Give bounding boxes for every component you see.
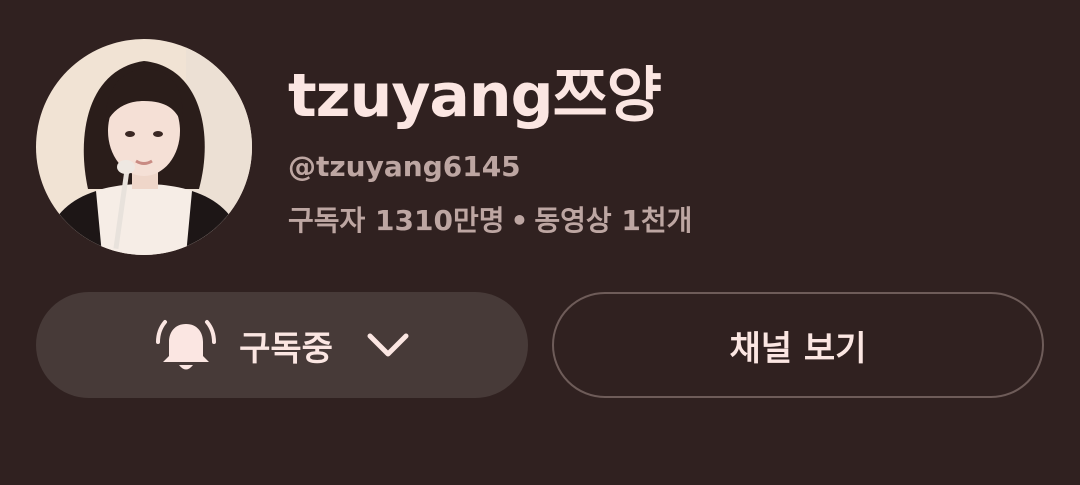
subscribed-button[interactable]: 구독중 bbox=[36, 292, 528, 398]
view-channel-label: 채널 보기 bbox=[729, 328, 867, 369]
video-count: 동영상 1천개 bbox=[534, 204, 693, 237]
channel-stats: 구독자 1310만명 • 동영상 1천개 bbox=[288, 199, 692, 239]
channel-handle: @tzuyang6145 bbox=[288, 150, 521, 183]
channel-avatar[interactable] bbox=[36, 39, 252, 255]
subscribed-label: 구독중 bbox=[239, 328, 333, 369]
stats-separator: • bbox=[510, 204, 529, 237]
channel-name: tzuyang쯔양 bbox=[288, 61, 662, 131]
chevron-down-icon bbox=[367, 331, 409, 359]
bell-ringing-icon bbox=[155, 314, 217, 376]
subscriber-count: 구독자 1310만명 bbox=[288, 204, 505, 237]
view-channel-button[interactable]: 채널 보기 bbox=[552, 292, 1044, 398]
